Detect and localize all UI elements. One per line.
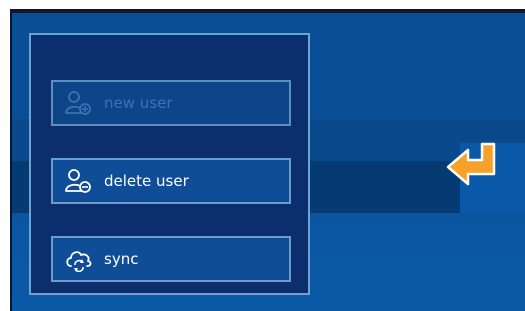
new-user-button[interactable]: new user: [51, 80, 291, 126]
add-user-icon: [62, 88, 96, 118]
user-menu-panel: new user delete user sync: [29, 33, 310, 295]
new-user-label: new user: [104, 94, 173, 112]
remove-user-icon: [62, 166, 96, 196]
return-arrow-icon: [446, 142, 496, 186]
background: new user delete user sync: [12, 13, 525, 311]
delete-user-button[interactable]: delete user: [51, 158, 291, 204]
display-frame: new user delete user sync: [10, 9, 525, 311]
screen: new user delete user sync: [0, 0, 525, 311]
back-button[interactable]: [440, 138, 502, 200]
delete-user-label: delete user: [104, 172, 189, 190]
sync-button[interactable]: sync: [51, 236, 291, 282]
sync-label: sync: [104, 250, 139, 268]
cloud-sync-icon: [62, 244, 96, 274]
